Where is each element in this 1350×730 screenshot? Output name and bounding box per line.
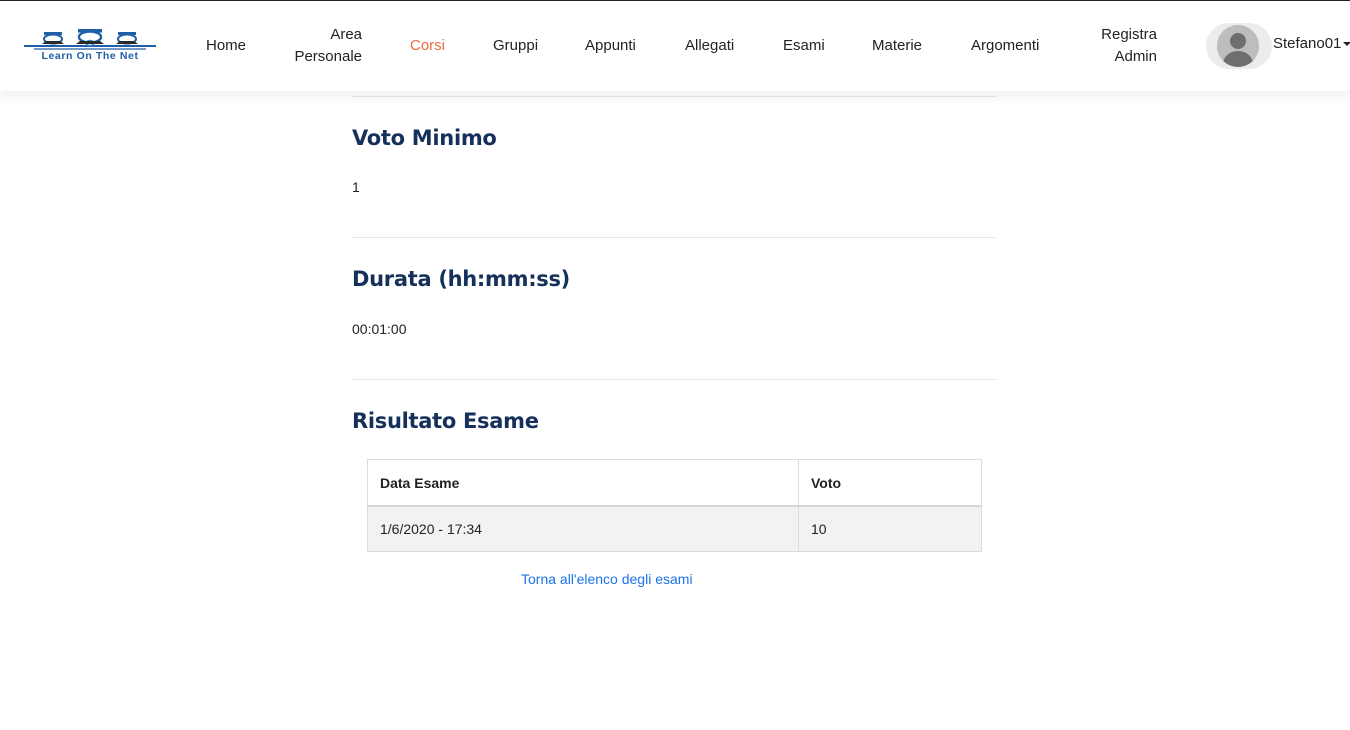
nav-argomenti[interactable]: Argomenti	[971, 35, 1039, 57]
navbar: Learn On The Net Home Area Personale Cor…	[0, 1, 1350, 91]
chevron-down-icon[interactable]	[1343, 42, 1350, 46]
nav-allegati[interactable]: Allegati	[685, 35, 734, 57]
voto-minimo-title: Voto Minimo	[352, 126, 497, 150]
cell-voto: 10	[798, 505, 982, 552]
table-header-row: Data Esame Voto	[367, 459, 982, 507]
durata-title: Durata (hh:mm:ss)	[352, 267, 570, 291]
site-logo[interactable]: Learn On The Net	[20, 29, 160, 65]
nav-corsi[interactable]: Corsi	[410, 35, 445, 57]
nav-area-personale-line2: Personale	[294, 48, 362, 65]
risultato-title: Risultato Esame	[352, 409, 539, 433]
nav-registra-admin-line1: Registra	[1101, 26, 1157, 43]
user-menu-name[interactable]: Stefano01	[1273, 35, 1341, 52]
section-divider	[352, 237, 996, 238]
nav-materie[interactable]: Materie	[872, 35, 922, 57]
nav-area-personale[interactable]: Area Personale	[290, 24, 362, 68]
results-table: Data Esame Voto 1/6/2020 - 17:34 10	[367, 459, 982, 552]
nav-gruppi[interactable]: Gruppi	[493, 35, 538, 57]
cell-data-esame: 1/6/2020 - 17:34	[367, 505, 799, 552]
voto-minimo-value: 1	[352, 179, 360, 195]
logo-text: Learn On The Net	[41, 50, 139, 62]
nav-area-personale-line1: Area	[330, 26, 362, 43]
column-header-data-esame: Data Esame	[367, 459, 799, 507]
back-to-exams-link[interactable]: Torna all'elenco degli esami	[521, 571, 693, 587]
nav-esami[interactable]: Esami	[783, 35, 825, 57]
user-silhouette-icon	[1217, 25, 1259, 67]
nav-home[interactable]: Home	[206, 35, 246, 57]
nav-registra-admin-line2: Admin	[1114, 48, 1157, 65]
nav-registra-admin[interactable]: Registra Admin	[1087, 24, 1157, 68]
column-header-voto: Voto	[798, 459, 982, 507]
durata-value: 00:01:00	[352, 321, 407, 337]
logo-graduates-icon	[24, 29, 156, 50]
nav-appunti[interactable]: Appunti	[585, 35, 636, 57]
section-divider	[352, 379, 996, 380]
section-divider	[352, 96, 996, 97]
user-avatar[interactable]	[1206, 23, 1272, 69]
table-row: 1/6/2020 - 17:34 10	[367, 505, 982, 552]
